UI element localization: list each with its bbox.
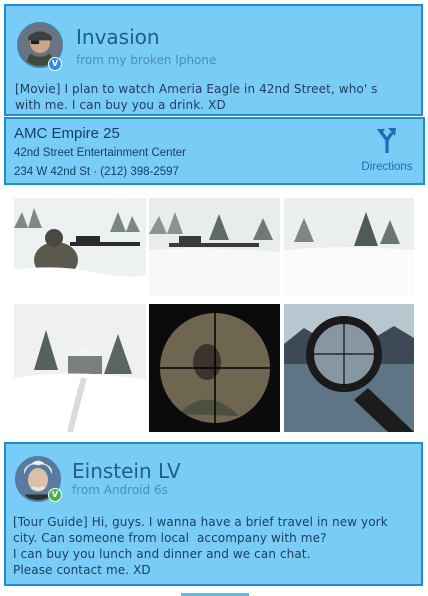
user-name[interactable]: Einstein LV [72,459,181,483]
photo-snow-cabin[interactable] [14,304,146,432]
verified-badge-icon: V [48,488,62,502]
scope-lake-image [284,304,414,432]
location-card[interactable]: AMC Empire 25 42nd Street Entertainment … [4,117,425,185]
photo-snow-trees[interactable] [284,198,414,296]
post-source: from Android 6s [72,483,168,497]
location-name: AMC Empire 25 [14,125,120,142]
photo-sniper-snow[interactable] [14,198,146,296]
post-card-einstein[interactable]: V Einstein LV from Android 6s [Tour Guid… [4,442,423,586]
scope-soldier-image [149,304,280,432]
user-name[interactable]: Invasion [76,25,160,49]
snow-forest-rifle-image [149,198,280,296]
post-text: [Movie] I plan to watch Ameria Eagle in … [15,82,378,112]
directions-button[interactable]: Directions [357,125,417,177]
sniper-snow-image [14,198,146,296]
photo-scope-soldier[interactable] [149,304,280,432]
photo-scope-lake[interactable] [284,304,414,432]
post-source: from my broken Iphone [76,53,217,67]
location-venue: 42nd Street Entertainment Center [14,147,186,159]
snow-cabin-image [14,304,146,432]
fork-arrow-icon [377,128,396,153]
verified-badge-icon: V [48,57,62,71]
snow-trees-image [284,198,414,296]
post-text: [Tour Guide] Hi, guys. I wanna have a br… [13,515,388,577]
post-card-invasion[interactable]: V Invasion from my broken Iphone [Movie]… [4,4,423,116]
directions-label: Directions [361,161,413,173]
photo-grid [14,198,414,434]
photo-snow-forest-rifle[interactable] [149,198,280,296]
location-address: 234 W 42nd St · (212) 398-2597 [14,166,179,178]
